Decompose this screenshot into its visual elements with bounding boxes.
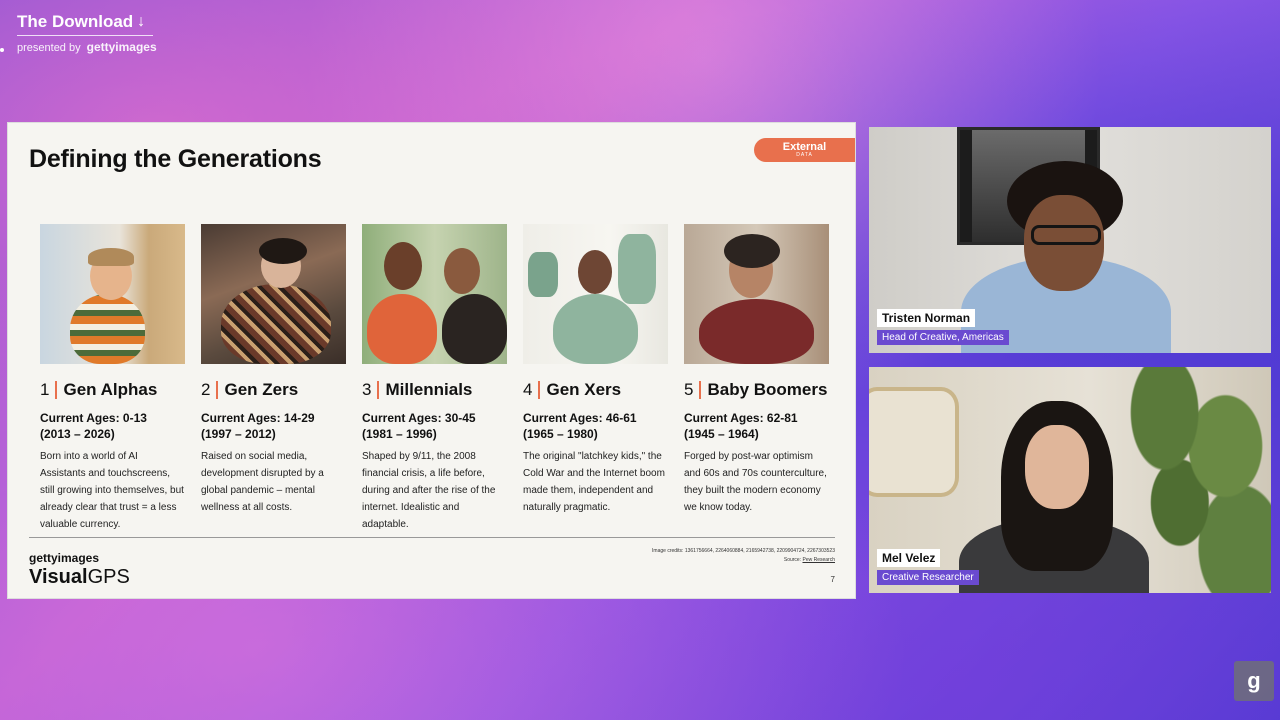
decorative-dot <box>0 48 4 52</box>
wall-mirror <box>869 387 959 497</box>
generation-name: 2 Gen Zers <box>201 380 299 399</box>
generations-row: 1 Gen Alphas Current Ages: 0-13 (2013 – … <box>40 224 840 533</box>
generation-card: 1 Gen Alphas Current Ages: 0-13 (2013 – … <box>40 224 185 533</box>
generation-card: 4 Gen Xers Current Ages: 46-61 (1965 – 1… <box>523 224 668 533</box>
generation-card: 2 Gen Zers Current Ages: 14-29 (1997 – 2… <box>201 224 346 533</box>
slide-title: Defining the Generations <box>29 145 322 173</box>
visual-gps-logo: gettyimages VisualGPS <box>29 551 130 588</box>
image-credits: Image credits: 1361756664, 2264060884, 2… <box>652 548 835 563</box>
source-link[interactable]: Pew Research <box>802 557 835 563</box>
generation-description: Shaped by 9/11, the 2008 financial crisi… <box>362 451 496 530</box>
generation-ages: Current Ages: 62-81 (1945 – 1964) <box>684 411 798 441</box>
generation-ages: Current Ages: 0-13 (2013 – 2026) <box>40 411 147 441</box>
participant-role: Creative Researcher <box>877 570 979 585</box>
participant-role: Head of Creative, Americas <box>877 330 1009 345</box>
baby-boomers-photo <box>684 224 829 364</box>
participant-video-mel[interactable]: Mel Velez Creative Researcher <box>869 367 1271 593</box>
generation-description: Forged by post-war optimism and 60s and … <box>684 451 827 513</box>
generation-description: Raised on social media, development disr… <box>201 451 324 513</box>
participant-video-tristen[interactable]: Tristen Norman Head of Creative, America… <box>869 127 1271 353</box>
event-title: The Download ↓ <box>17 12 146 31</box>
generation-name: 5 Baby Boomers <box>684 380 828 399</box>
sponsor-logo: gettyimages <box>86 40 157 54</box>
millennials-photo <box>362 224 507 364</box>
generation-ages: Current Ages: 46-61 (1965 – 1980) <box>523 411 637 441</box>
presented-by: presented by gettyimages <box>17 40 157 54</box>
generation-description: The original "latchkey kids," the Cold W… <box>523 451 665 513</box>
gen-z-photo <box>201 224 346 364</box>
gen-x-photo <box>523 224 668 364</box>
gen-alpha-photo <box>40 224 185 364</box>
participant-name: Tristen Norman <box>877 309 976 327</box>
external-data-badge: External DATA <box>754 138 855 162</box>
generation-name: 4 Gen Xers <box>523 380 622 399</box>
brand-underline <box>17 35 153 36</box>
slide-divider <box>29 537 835 538</box>
generation-description: Born into a world of AI Assistants and t… <box>40 451 184 530</box>
generation-card: 3 Millennials Current Ages: 30-45 (1981 … <box>362 224 507 533</box>
getty-g-button[interactable]: g <box>1234 661 1274 701</box>
glasses-icon <box>1031 225 1101 245</box>
generation-card: 5 Baby Boomers Current Ages: 62-81 (1945… <box>684 224 829 533</box>
down-arrow-icon: ↓ <box>137 13 146 30</box>
person-face <box>1025 425 1089 509</box>
generation-name: 3 Millennials <box>362 380 473 399</box>
generation-ages: Current Ages: 14-29 (1997 – 2012) <box>201 411 315 441</box>
participant-name: Mel Velez <box>877 549 941 567</box>
presentation-slide: Defining the Generations External DATA 1… <box>7 122 856 599</box>
generation-name: 1 Gen Alphas <box>40 380 158 399</box>
event-branding: The Download ↓ presented by gettyimages <box>17 12 157 54</box>
generation-ages: Current Ages: 30-45 (1981 – 1996) <box>362 411 476 441</box>
slide-page-number: 7 <box>830 575 835 584</box>
